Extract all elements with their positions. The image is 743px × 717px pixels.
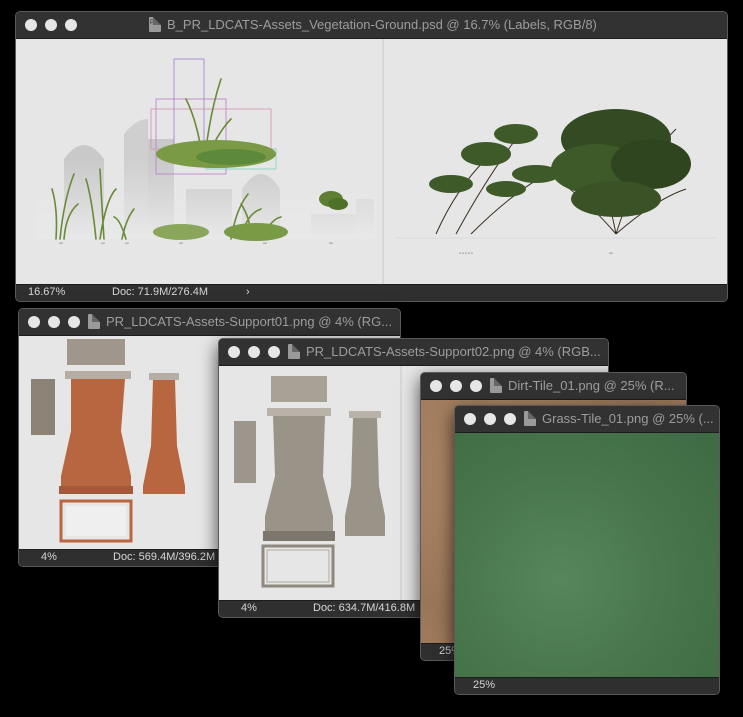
zoom-level[interactable]: 4% — [241, 602, 257, 614]
dirt-title: Dirt-Tile_01.png @ 25% (R... — [508, 378, 675, 393]
window-controls — [464, 413, 516, 425]
window-controls — [228, 346, 280, 358]
asset-label: ▪▪▪▪ — [262, 241, 268, 245]
zoom-button[interactable] — [504, 413, 516, 425]
window-controls — [25, 19, 77, 31]
zoom-level[interactable]: 4% — [41, 551, 57, 563]
minimize-button[interactable] — [450, 380, 462, 392]
asset-label: ▪▪▪▪ — [178, 241, 184, 245]
minimize-button[interactable] — [45, 19, 57, 31]
main-titlebar[interactable]: Ps B_PR_LDCATS-Assets_Vegetation-Ground.… — [16, 12, 727, 39]
support01-title: PR_LDCATS-Assets-Support01.png @ 4% (RG.… — [106, 314, 393, 329]
doc-size: Doc: 71.9M/276.4M — [112, 286, 208, 298]
zoom-button[interactable] — [68, 316, 80, 328]
asset-label: ▪▪▪▪ — [608, 251, 614, 255]
close-button[interactable] — [228, 346, 240, 358]
grass-tile-window[interactable]: Grass-Tile_01.png @ 25% (... 25% — [454, 405, 720, 695]
minimize-button[interactable] — [484, 413, 496, 425]
main-status-bar: 16.67% Doc: 71.9M/276.4M › — [16, 284, 727, 301]
doc-size: Doc: 634.7M/416.8M — [313, 602, 416, 614]
asset-label: ▪▪ ▪▪ ▪▪ ▪▪ ▪▪ — [459, 251, 473, 255]
close-button[interactable] — [25, 19, 37, 31]
shrub-leaves — [429, 109, 691, 217]
minimize-button[interactable] — [48, 316, 60, 328]
doc-size: Doc: 569.4M/396.2M — [113, 551, 216, 563]
support02-title: PR_LDCATS-Assets-Support02.png @ 4% (RGB… — [306, 344, 601, 359]
grass-title: Grass-Tile_01.png @ 25% (... — [542, 411, 714, 426]
asset-label: ▪▪▪▪ — [328, 241, 334, 245]
main-document-window[interactable]: Ps B_PR_LDCATS-Assets_Vegetation-Ground.… — [15, 11, 728, 302]
file-icon — [288, 344, 300, 359]
zoom-level[interactable]: 25% — [473, 679, 495, 691]
file-icon — [88, 314, 100, 329]
status-menu-arrow[interactable]: › — [246, 286, 250, 298]
file-icon — [490, 378, 502, 393]
vegetation-artwork — [36, 39, 716, 284]
zoom-button[interactable] — [65, 19, 77, 31]
grass-titlebar[interactable]: Grass-Tile_01.png @ 25% (... — [455, 406, 719, 433]
support01-titlebar[interactable]: PR_LDCATS-Assets-Support01.png @ 4% (RG.… — [19, 309, 400, 336]
window-controls — [430, 380, 482, 392]
grass-status-bar: 25% — [455, 677, 719, 694]
zoom-button[interactable] — [470, 380, 482, 392]
grass-canvas[interactable] — [455, 433, 719, 677]
asset-label: ▪▪▪▪ — [58, 241, 64, 245]
psd-file-icon: Ps — [149, 17, 161, 32]
main-canvas[interactable]: ▪▪▪▪ ▪▪▪▪ ▪▪▪▪ ▪▪▪▪ ▪▪▪▪ ▪▪▪▪ ▪▪ ▪▪ ▪▪ ▪… — [16, 39, 727, 284]
zoom-level[interactable]: 16.67% — [28, 286, 65, 298]
dirt-titlebar[interactable]: Dirt-Tile_01.png @ 25% (R... — [421, 373, 686, 400]
minimize-button[interactable] — [248, 346, 260, 358]
main-window-title: B_PR_LDCATS-Assets_Vegetation-Ground.psd… — [167, 17, 597, 32]
asset-label: ▪▪▪▪ — [124, 241, 130, 245]
support02-titlebar[interactable]: PR_LDCATS-Assets-Support02.png @ 4% (RGB… — [219, 339, 608, 366]
close-button[interactable] — [464, 413, 476, 425]
close-button[interactable] — [28, 316, 40, 328]
zoom-button[interactable] — [268, 346, 280, 358]
window-controls — [28, 316, 80, 328]
file-icon — [524, 411, 536, 426]
close-button[interactable] — [430, 380, 442, 392]
